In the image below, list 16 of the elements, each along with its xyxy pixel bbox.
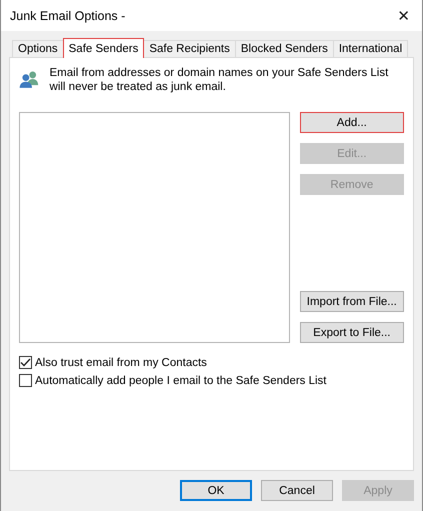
description-text: Email from addresses or domain names on your Safe Senders List will never be treated as junk email. (50, 66, 390, 94)
window-title: Junk Email Options - (10, 8, 126, 22)
dialog-button[interactable]: OK (180, 480, 252, 501)
tab[interactable]: Safe Senders (62, 38, 144, 58)
list-button[interactable]: Add... (300, 112, 404, 133)
checkbox[interactable] (19, 374, 32, 387)
list-button[interactable]: Export to File... (300, 322, 404, 343)
list-button[interactable]: Import from File... (300, 291, 404, 312)
checkbox-label: Automatically add people I email to the Safe Senders List (35, 374, 327, 386)
tab[interactable]: Options (12, 40, 64, 58)
check-icon (20, 358, 31, 367)
checkbox[interactable] (19, 356, 32, 369)
dialog-button[interactable]: Cancel (261, 480, 333, 501)
checkbox-label: Also trust email from my Contacts (35, 356, 207, 368)
close-button[interactable]: ✕ (393, 6, 414, 24)
tab[interactable]: International (332, 40, 408, 58)
